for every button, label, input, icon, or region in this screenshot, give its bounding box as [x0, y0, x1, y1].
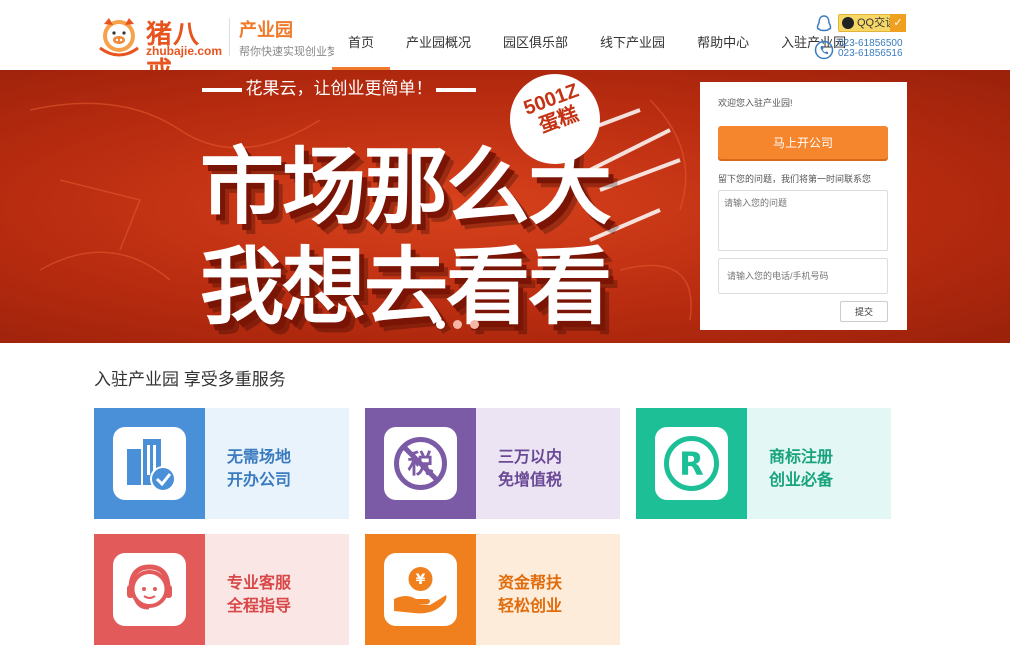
form-welcome: 欢迎您入驻产业园! — [718, 98, 793, 108]
card-line-2: 轻松创业 — [498, 598, 563, 615]
card-icon-panel — [94, 534, 205, 645]
nav-offline-park[interactable]: 线下产业园 — [584, 0, 681, 70]
service-card-funding[interactable]: ¥ 资金帮扶 轻松创业 — [365, 534, 620, 645]
card-icon-panel — [94, 408, 205, 519]
phone-icon — [814, 40, 834, 60]
card-icon-tile — [113, 427, 186, 500]
card-line-2: 全程指导 — [227, 598, 292, 615]
no-tax-icon: 税 — [394, 437, 447, 490]
park-title: 产业园 — [239, 20, 293, 40]
qq-chat-button[interactable]: QQ交谈 ✓ — [838, 14, 906, 32]
carousel-dot-3[interactable] — [470, 320, 479, 329]
nav-park-overview[interactable]: 产业园概况 — [390, 0, 487, 70]
header-divider — [229, 18, 230, 56]
carousel-dot-1[interactable] — [436, 320, 445, 329]
card-text-panel: 商标注册 创业必备 — [747, 408, 891, 519]
service-card-venue[interactable]: 无需场地 开办公司 — [94, 408, 349, 519]
card-line-2: 创业必备 — [769, 472, 834, 489]
card-text-panel: 三万以内 免增值税 — [476, 408, 620, 519]
signup-form: 欢迎您入驻产业园! 马上开公司 留下您的问题，我们将第一时间联系您 提交 — [700, 82, 907, 330]
card-icon-panel: ¥ — [365, 534, 476, 645]
qq-penguin-icon — [816, 15, 832, 32]
trademark-icon: R — [664, 436, 719, 491]
svg-text:R: R — [679, 445, 704, 483]
money-hand-icon: ¥ — [394, 567, 447, 614]
service-card-trademark[interactable]: R 商标注册 创业必备 — [636, 408, 891, 519]
hero-banner[interactable]: 花果云，让创业更简单！ 市场那么大 我想去看看 5001Z 蛋糕 欢迎您入驻产业… — [0, 70, 1010, 343]
phone-input[interactable] — [718, 258, 888, 294]
card-icon-tile: ¥ — [384, 553, 457, 626]
park-subtitle: 帮你快速实现创业梦 — [239, 46, 334, 58]
card-line-1: 资金帮扶 — [498, 575, 563, 592]
logo-domain-text: zhubajie.com — [146, 44, 223, 58]
card-line-2: 开办公司 — [227, 472, 292, 489]
services-title: 入驻产业园 享受多重服务 — [94, 370, 286, 389]
form-hint: 留下您的问题，我们将第一时间联系您 — [718, 174, 872, 184]
pig-mascot-icon — [99, 18, 139, 57]
card-icon-tile: 税 — [384, 427, 457, 500]
card-icon-panel: R — [636, 408, 747, 519]
card-text-panel: 资金帮扶 轻松创业 — [476, 534, 620, 645]
main-nav: 首页 产业园概况 园区俱乐部 线下产业园 帮助中心 入驻产业园 — [332, 0, 862, 70]
banner-slogan: 花果云，让创业更简单！ — [245, 79, 433, 98]
svg-text:¥: ¥ — [416, 572, 426, 588]
phone-numbers: 023-61856500 023-61856516 — [838, 39, 903, 59]
banner-headline-2: 我想去看看 — [200, 238, 612, 336]
card-text-panel: 无需场地 开办公司 — [205, 408, 349, 519]
card-line-1: 专业客服 — [227, 575, 292, 592]
card-icon-panel: 税 — [365, 408, 476, 519]
open-company-button[interactable]: 马上开公司 — [718, 126, 888, 159]
site-header: 猪八戒 zhubajie.com 产业园 帮你快速实现创业梦 首页 产业园概况 … — [0, 0, 1010, 87]
submit-button[interactable]: 提交 — [840, 301, 888, 322]
card-text-panel: 专业客服 全程指导 — [205, 534, 349, 645]
qq-mini-icon — [842, 17, 854, 29]
check-icon: ✓ — [890, 14, 906, 32]
service-card-support[interactable]: 专业客服 全程指导 — [94, 534, 349, 645]
nav-help-center[interactable]: 帮助中心 — [681, 0, 765, 70]
phone-number-2: 023-61856516 — [838, 48, 903, 59]
service-card-tax[interactable]: 税 三万以内 免增值税 — [365, 408, 620, 519]
card-icon-tile: R — [655, 427, 728, 500]
contact-block: QQ交谈 ✓ 023-61856500 023-61856516 — [814, 14, 914, 64]
carousel-dots — [436, 320, 479, 329]
question-input[interactable] — [718, 190, 888, 251]
carousel-dot-2[interactable] — [453, 320, 462, 329]
site-logo[interactable]: 猪八戒 zhubajie.com — [94, 12, 224, 87]
building-check-icon — [127, 439, 176, 492]
card-icon-tile — [113, 553, 186, 626]
headset-agent-icon — [127, 564, 172, 610]
card-line-1: 商标注册 — [769, 449, 834, 466]
nav-home[interactable]: 首页 — [332, 0, 391, 70]
card-line-1: 三万以内 — [498, 449, 563, 466]
slogan-line-right — [436, 88, 476, 92]
nav-park-club[interactable]: 园区俱乐部 — [487, 0, 584, 70]
card-line-1: 无需场地 — [227, 449, 292, 466]
card-line-2: 免增值税 — [498, 472, 563, 489]
